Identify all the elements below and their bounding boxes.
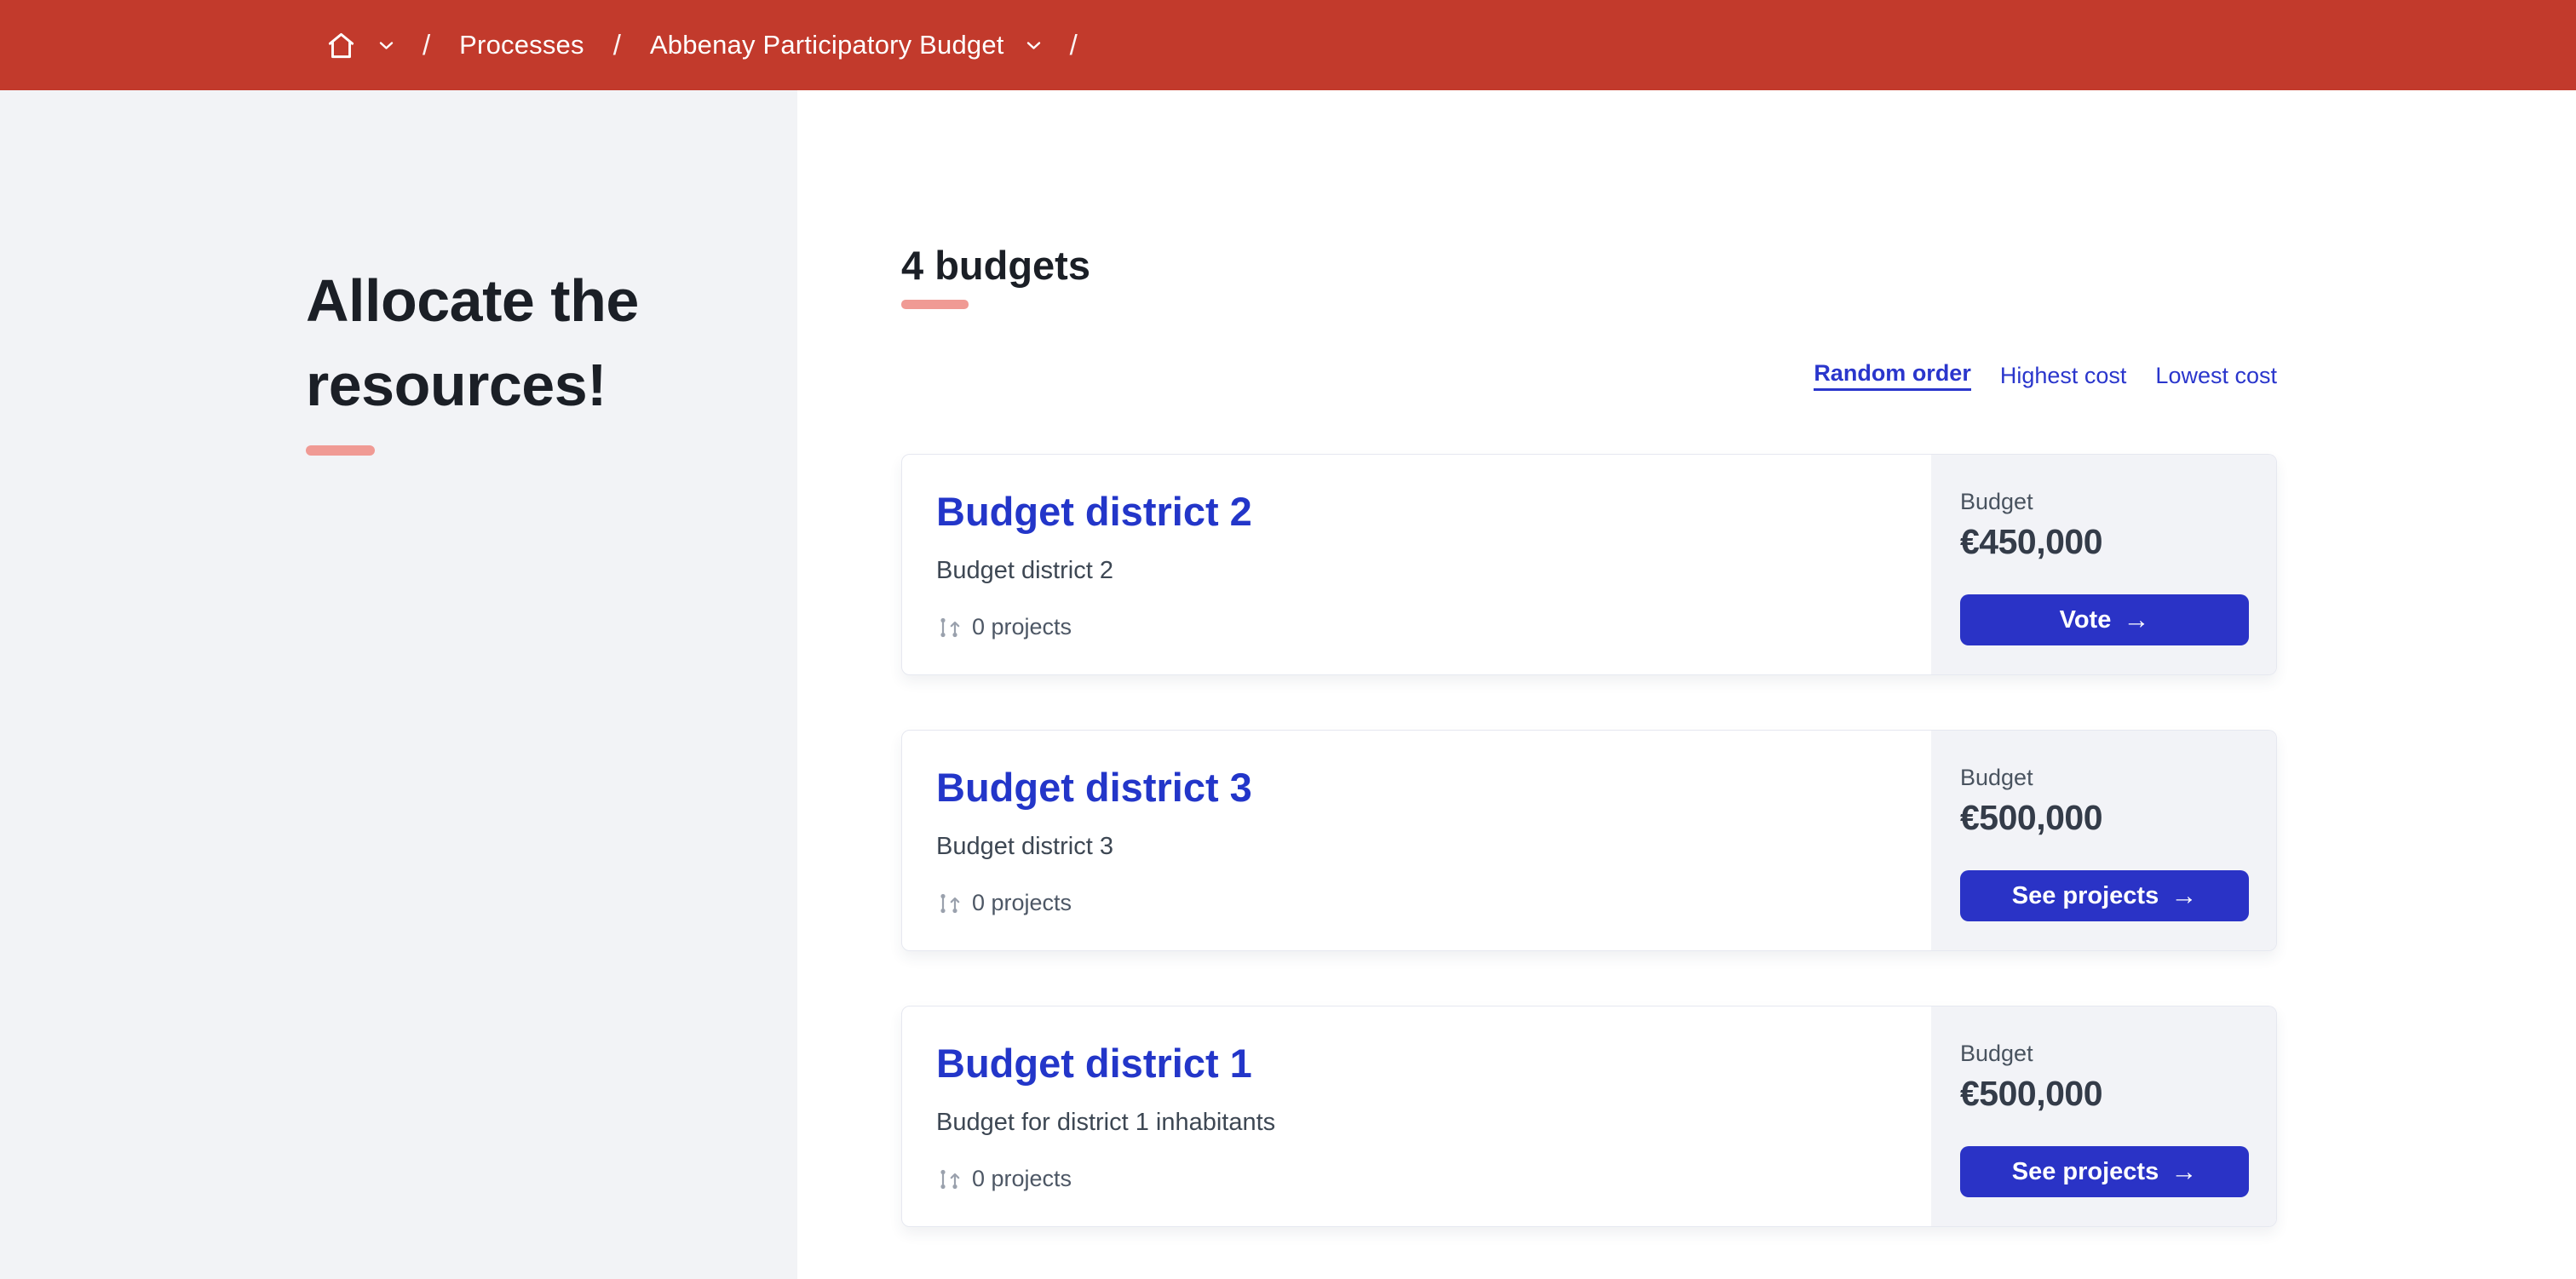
- budget-amount: €450,000: [1960, 522, 2103, 561]
- see-projects-button[interactable]: See projects →: [1960, 1146, 2249, 1198]
- breadcrumb-processes-link[interactable]: Processes: [459, 30, 584, 60]
- budget-card: Budget district 1 Budget for district 1 …: [901, 1006, 2277, 1228]
- breadcrumb-process-title-link[interactable]: Abbenay Participatory Budget: [650, 30, 1004, 60]
- page-layout: Allocate the resources! 4 budgets Random…: [0, 90, 2576, 1279]
- budgets-main: 4 budgets Random order Highest cost Lowe…: [797, 90, 2576, 1279]
- process-dropdown-chevron[interactable]: [1026, 41, 1041, 50]
- home-link[interactable]: [325, 30, 357, 61]
- arrow-right-icon: →: [2171, 880, 2198, 911]
- budget-card-list: Budget district 2 Budget district 2 0 pr…: [901, 454, 2277, 1228]
- budget-description: Budget for district 1 inhabitants: [936, 1109, 1276, 1137]
- arrow-right-icon: →: [2171, 1156, 2198, 1187]
- projects-count-row: 0 projects: [936, 890, 1897, 916]
- arrow-right-icon: →: [2123, 605, 2150, 634]
- sort-highest-cost[interactable]: Highest cost: [2000, 363, 2127, 389]
- see-projects-button-label: See projects: [2011, 881, 2159, 909]
- budget-card-aside: Budget €500,000 See projects →: [1931, 1007, 2276, 1227]
- budget-description: Budget district 2: [936, 557, 1113, 585]
- projects-count-row: 0 projects: [936, 614, 1897, 640]
- title-underline: [306, 445, 375, 456]
- projects-count: 0 projects: [972, 1166, 1072, 1192]
- budget-amount: €500,000: [1960, 1074, 2103, 1114]
- chevron-down-icon: [379, 41, 394, 49]
- projects-count: 0 projects: [972, 614, 1072, 640]
- projects-icon: [940, 1169, 960, 1189]
- budget-card: Budget district 3 Budget district 3 0 pr…: [901, 730, 2277, 952]
- sort-random-order[interactable]: Random order: [1814, 360, 1971, 391]
- budget-description: Budget district 3: [936, 833, 1113, 861]
- page-title: Allocate the resources!: [306, 267, 639, 418]
- breadcrumb: / Processes / Abbenay Participatory Budg…: [325, 29, 1078, 61]
- budgets-count-heading: 4 budgets: [901, 243, 1090, 288]
- count-underline: [901, 300, 969, 309]
- sort-lowest-cost[interactable]: Lowest cost: [2155, 363, 2277, 389]
- breadcrumb-separator: /: [612, 29, 621, 60]
- projects-count: 0 projects: [972, 890, 1072, 916]
- projects-icon: [940, 617, 960, 637]
- order-selector: Random order Highest cost Lowest cost: [901, 360, 2277, 391]
- budget-label: Budget: [1960, 489, 2033, 514]
- budget-card-aside: Budget €450,000 Vote →: [1931, 455, 2276, 675]
- budget-title-link[interactable]: Budget district 1: [936, 1041, 1252, 1086]
- see-projects-button-label: See projects: [2011, 1157, 2159, 1185]
- see-projects-button[interactable]: See projects →: [1960, 870, 2249, 922]
- vote-button-label: Vote: [2059, 605, 2112, 634]
- projects-count-row: 0 projects: [936, 1166, 1897, 1192]
- budget-card-body: Budget district 2 Budget district 2 0 pr…: [902, 455, 1931, 674]
- home-dropdown-chevron[interactable]: [379, 41, 394, 50]
- vote-button[interactable]: Vote →: [1960, 594, 2249, 645]
- process-header: / Processes / Abbenay Participatory Budg…: [0, 0, 2576, 90]
- process-sidebar: Allocate the resources!: [0, 90, 797, 1279]
- budget-label: Budget: [1960, 765, 2033, 791]
- budget-title-link[interactable]: Budget district 2: [936, 489, 1252, 534]
- budget-card-body: Budget district 3 Budget district 3 0 pr…: [902, 731, 1931, 950]
- home-icon: [328, 32, 354, 58]
- budget-title-link[interactable]: Budget district 3: [936, 765, 1252, 810]
- chevron-down-icon: [1026, 41, 1040, 49]
- budget-card: Budget district 2 Budget district 2 0 pr…: [901, 454, 2277, 676]
- breadcrumb-separator: /: [1069, 29, 1078, 60]
- budget-card-body: Budget district 1 Budget for district 1 …: [902, 1007, 1931, 1226]
- budget-amount: €500,000: [1960, 798, 2103, 838]
- budget-card-aside: Budget €500,000 See projects →: [1931, 731, 2276, 951]
- projects-icon: [940, 893, 960, 913]
- budget-label: Budget: [1960, 1041, 2033, 1067]
- breadcrumb-separator: /: [423, 29, 431, 60]
